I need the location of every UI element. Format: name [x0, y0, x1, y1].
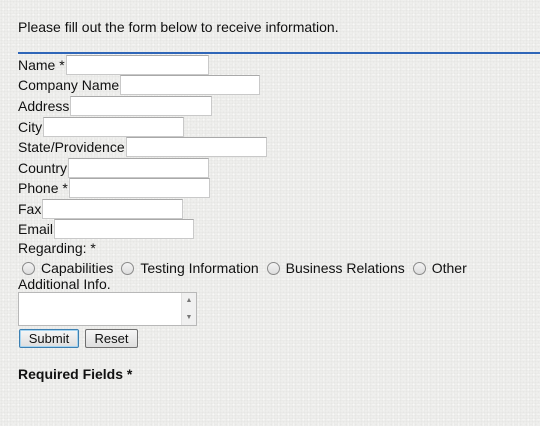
- radio-option-testing-information[interactable]: Testing Information: [117, 260, 262, 276]
- address-row: Address: [18, 96, 213, 116]
- country-label: Country: [18, 160, 68, 176]
- radio-button-testing-information[interactable]: [121, 261, 135, 275]
- phone-input[interactable]: [68, 178, 210, 198]
- radio-button-business-relations[interactable]: [266, 261, 280, 275]
- name-row: Name *: [18, 55, 209, 75]
- radio-label-business-relations: Business Relations: [285, 260, 405, 276]
- email-row: Email: [18, 219, 195, 239]
- textarea-scrollbar[interactable]: ▲ ▼: [181, 293, 196, 325]
- fax-label: Fax: [18, 201, 42, 217]
- reset-button[interactable]: Reset: [85, 329, 138, 348]
- name-label: Name *: [18, 57, 65, 73]
- submit-button[interactable]: Submit: [19, 329, 79, 348]
- name-input[interactable]: [65, 55, 209, 75]
- required-fields-note: Required Fields *: [18, 366, 133, 382]
- phone-row: Phone *: [18, 178, 210, 198]
- regarding-label: Regarding: *: [18, 240, 96, 256]
- form-intro-text: Please fill out the form below to receiv…: [18, 19, 339, 35]
- country-input[interactable]: [68, 158, 210, 178]
- additional-info-textarea[interactable]: [19, 293, 181, 325]
- state-label: State/Providence: [18, 139, 125, 155]
- city-row: City: [18, 117, 185, 137]
- email-label: Email: [18, 221, 54, 237]
- header-divider: [18, 52, 540, 54]
- radio-button-other[interactable]: [412, 261, 426, 275]
- city-label: City: [18, 119, 43, 135]
- radio-option-business-relations[interactable]: Business Relations: [263, 260, 409, 276]
- email-input[interactable]: [54, 219, 195, 239]
- company-row: Company Name: [18, 75, 261, 95]
- country-row: Country: [18, 158, 210, 178]
- radio-button-capabilities[interactable]: [22, 261, 35, 275]
- company-input[interactable]: [120, 75, 261, 95]
- fax-row: Fax: [18, 199, 184, 219]
- fax-input[interactable]: [42, 199, 184, 219]
- address-label: Address: [18, 98, 70, 114]
- state-input[interactable]: [125, 137, 267, 157]
- address-input[interactable]: [70, 96, 213, 116]
- additional-info-box: ▲ ▼: [18, 292, 197, 326]
- radio-option-other[interactable]: Other: [409, 260, 471, 276]
- company-label: Company Name: [18, 77, 120, 93]
- scroll-up-arrow-icon[interactable]: ▲: [182, 295, 196, 306]
- scroll-down-arrow-icon[interactable]: ▼: [182, 312, 196, 323]
- city-input[interactable]: [43, 117, 185, 137]
- state-row: State/Providence: [18, 137, 267, 157]
- additional-info-label: Additional Info.: [18, 276, 111, 292]
- radio-label-other: Other: [431, 260, 467, 276]
- radio-label-testing-information: Testing Information: [140, 260, 259, 276]
- phone-label: Phone *: [18, 180, 68, 196]
